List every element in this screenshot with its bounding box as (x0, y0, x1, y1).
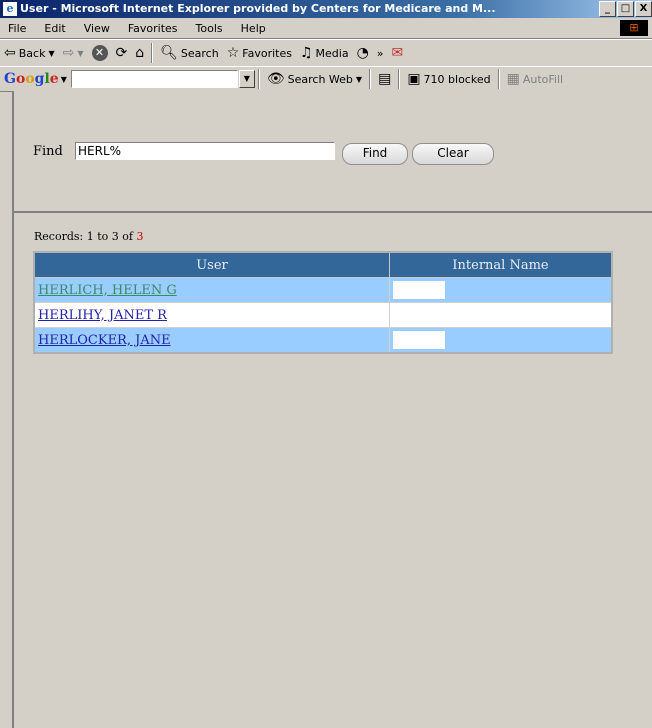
internal-name-value (393, 331, 445, 349)
internal-name-value (393, 281, 445, 299)
user-cell: HERLOCKER, JANE (33, 327, 390, 354)
search-icon: 🔍︎ (160, 45, 178, 61)
back-label: Back (18, 46, 46, 60)
close-button[interactable]: X (635, 1, 652, 17)
table-row: HERLICH, HELEN G (33, 277, 613, 303)
more-chevron-icon[interactable]: » (373, 47, 388, 60)
popup-blocker-button[interactable]: ▣ 710 blocked (403, 72, 494, 86)
pagerank-icon: ▤ (378, 71, 392, 87)
records-summary: Records: 1 to 3 of 3 (34, 230, 143, 243)
google-toolbar: Google ▼ ▼ 👁︎ Search Web ▼ ▤ ▣ 710 block… (0, 66, 652, 92)
table-header-row: User Internal Name (33, 251, 613, 278)
user-link[interactable]: HERLIHY, JANET R (38, 308, 167, 323)
autofill-label: AutoFill (522, 72, 564, 86)
google-search-dropdown[interactable]: ▼ (238, 70, 255, 88)
menu-bar: File Edit View Favorites Tools Help (0, 18, 652, 39)
menu-view[interactable]: View (75, 22, 119, 35)
window-title: User - Microsoft Internet Explorer provi… (20, 2, 496, 15)
google-logo[interactable]: Google (0, 71, 59, 87)
refresh-button[interactable]: ⟳ (112, 46, 132, 60)
chevron-down-icon[interactable]: ▼ (77, 49, 83, 58)
menu-tools[interactable]: Tools (187, 22, 232, 35)
column-header-user[interactable]: User (33, 251, 390, 278)
menu-edit[interactable]: Edit (35, 22, 74, 35)
media-icon: ♫ (299, 45, 313, 61)
find-button[interactable]: Find (342, 143, 408, 165)
records-total: 3 (136, 230, 144, 243)
google-search-input[interactable] (70, 70, 238, 88)
mail-icon: ✉ (391, 45, 404, 61)
toolbar-divider (257, 69, 260, 89)
favorites-star-icon: ☆ (226, 45, 240, 61)
popup-blocker-icon: ▣ (407, 71, 421, 87)
menu-help[interactable]: Help (232, 22, 275, 35)
windows-logo-icon: ⊞ (620, 20, 648, 36)
browser-toolbar: ⇦ Back ▼ ⇨ ▼ ✕ ⟳ ⌂ 🔍︎ Search ☆ Favorites… (0, 39, 652, 67)
back-button[interactable]: ⇦ Back ▼ (0, 46, 59, 60)
history-button[interactable]: ◔ (353, 46, 373, 60)
maximize-button[interactable]: □ (617, 1, 634, 17)
forward-arrow-icon: ⇨ (62, 45, 75, 61)
user-cell: HERLIHY, JANET R (33, 302, 390, 328)
window-controls: _ □ X (599, 1, 652, 17)
clear-button[interactable]: Clear (412, 143, 494, 165)
user-cell: HERLICH, HELEN G (33, 277, 390, 303)
autofill-button[interactable]: ▦ AutoFill (503, 72, 567, 86)
menu-favorites[interactable]: Favorites (119, 22, 187, 35)
autofill-icon: ▦ (506, 71, 520, 87)
menu-file[interactable]: File (0, 22, 35, 35)
internal-name-cell (389, 277, 613, 303)
toolbar-divider (151, 43, 154, 63)
user-link[interactable]: HERLICH, HELEN G (38, 283, 177, 298)
pagerank-button[interactable]: ▤ (374, 72, 395, 86)
chevron-down-icon[interactable]: ▼ (48, 49, 54, 58)
find-label: Find (33, 144, 63, 159)
search-web-button[interactable]: 👁︎ Search Web ▼ (263, 72, 366, 86)
find-panel: Find Find Clear (14, 91, 652, 213)
favorites-label: Favorites (242, 46, 292, 60)
search-label: Search (180, 46, 219, 60)
table-row: HERLOCKER, JANE (33, 327, 613, 354)
blocked-label: 710 blocked (423, 72, 491, 86)
mail-button[interactable]: ✉ (388, 46, 408, 60)
search-button[interactable]: 🔍︎ Search (156, 46, 223, 60)
internet-explorer-icon: e (3, 2, 17, 16)
forward-button[interactable]: ⇨ ▼ (59, 46, 88, 60)
stop-button[interactable]: ✕ (88, 45, 112, 61)
page-content: Find Find Clear Records: 1 to 3 of 3 Use… (12, 91, 652, 728)
minimize-button[interactable]: _ (599, 1, 616, 17)
toolbar-divider (369, 69, 372, 89)
column-header-internal-name[interactable]: Internal Name (389, 251, 613, 278)
chevron-down-icon[interactable]: ▼ (356, 75, 362, 84)
toolbar-divider (398, 69, 401, 89)
media-label: Media (315, 46, 349, 60)
home-icon: ⌂ (135, 45, 145, 61)
internal-name-cell (389, 327, 613, 354)
search-web-label: Search Web (287, 72, 353, 86)
table-row: HERLIHY, JANET R (33, 302, 613, 328)
window-title-bar[interactable]: e User - Microsoft Internet Explorer prov… (0, 0, 652, 18)
history-icon: ◔ (356, 45, 369, 61)
refresh-icon: ⟳ (115, 45, 128, 61)
back-arrow-icon: ⇦ (4, 45, 16, 61)
records-prefix: Records: 1 to 3 of (34, 230, 137, 243)
find-input[interactable] (75, 142, 335, 160)
favorites-button[interactable]: ☆ Favorites (223, 46, 296, 60)
home-button[interactable]: ⌂ (131, 46, 148, 60)
media-button[interactable]: ♫ Media (296, 46, 353, 60)
internal-name-cell (389, 302, 613, 328)
users-table: User Internal Name HERLICH, HELEN G HERL… (33, 251, 613, 354)
user-link[interactable]: HERLOCKER, JANE (38, 333, 171, 348)
binoculars-icon: 👁︎ (266, 71, 285, 87)
chevron-down-icon[interactable]: ▼ (59, 75, 67, 84)
toolbar-divider (497, 69, 500, 89)
stop-icon: ✕ (91, 45, 108, 61)
